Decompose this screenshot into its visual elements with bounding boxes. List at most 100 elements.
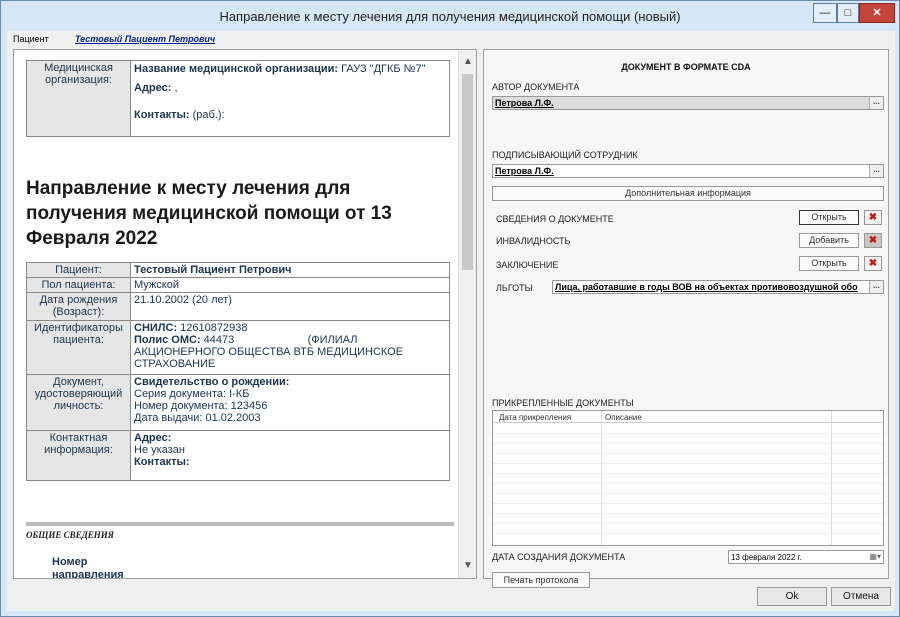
benefits-value: Лица, работавшие в годы ВОВ на объектах …: [555, 282, 858, 292]
attached-docs-header: Дата прикрепления Описание: [493, 411, 883, 423]
scroll-thumb[interactable]: [462, 74, 473, 270]
attached-docs-grid[interactable]: Дата прикрепления Описание: [492, 410, 884, 546]
org-name-value: ГАУЗ "ДГКБ №7": [338, 63, 426, 75]
snils-value: 12610872938: [177, 322, 248, 334]
author-picker-button[interactable]: ...: [869, 97, 883, 109]
id-document-type: Свидетельство о рождении:: [134, 376, 290, 388]
organization-details: Название медицинской организации: ГАУЗ "…: [130, 60, 450, 137]
scroll-up-icon[interactable]: ▲: [463, 56, 473, 67]
signer-value: Петрова Л.Ф.: [495, 166, 554, 176]
scroll-down-icon[interactable]: ▼: [463, 560, 473, 571]
id-document-series: Серия документа: I-КБ: [134, 388, 250, 400]
conclusion-label: ЗАКЛЮЧЕНИЕ: [496, 260, 559, 270]
print-protocol-button[interactable]: Печать протокола: [492, 572, 590, 588]
benefits-field: Лица, работавшие в годы ВОВ на объектах …: [552, 280, 884, 294]
cda-title: ДОКУМЕНТ В ФОРМАТЕ CDA: [621, 62, 751, 72]
signer-field: Петрова Л.Ф. ...: [492, 164, 884, 178]
organization-table: Медицинская организация: Название медици…: [26, 60, 450, 137]
patient-row-label: Пациент:: [26, 262, 131, 278]
org-address-label: Адрес:: [134, 82, 172, 94]
id-document-row-value: Свидетельство о рождении: Серия документ…: [130, 374, 450, 431]
oms-label: Полис ОМС:: [134, 334, 201, 346]
contact-row-label: Контактная информация:: [26, 430, 131, 481]
ids-row-label: Идентификаторы пациента:: [26, 320, 131, 375]
snils-label: СНИЛС:: [134, 322, 178, 334]
grid-line: [493, 433, 883, 434]
dob-row-label: Дата рождения (Возраст):: [26, 292, 131, 321]
grid-vline-1: [601, 411, 602, 545]
dialog-client-area: Пациент Тестовый Пациент Петрович Медици…: [7, 31, 895, 611]
org-address-value: ,: [171, 82, 178, 94]
window-title: Направление к месту лечения для получени…: [219, 9, 681, 24]
ids-row-value: СНИЛС: 12610872938 Полис ОМС: 44473 (ФИЛ…: [130, 320, 450, 375]
grid-line: [493, 483, 883, 484]
org-name-label: Название медицинской организации:: [134, 63, 339, 75]
document-preview-pane[interactable]: Медицинская организация: Название медици…: [13, 49, 477, 579]
referral-number-label: Номер направления: [52, 556, 124, 579]
contact-address-label: Адрес:: [134, 432, 172, 444]
doc-info-delete-icon[interactable]: ✖: [864, 210, 882, 225]
disability-label: ИНВАЛИДНОСТЬ: [496, 236, 571, 246]
dialog-window: Направление к месту лечения для получени…: [0, 0, 900, 617]
doc-info-open-button[interactable]: Открыть: [799, 210, 859, 225]
calendar-dropdown-icon[interactable]: ▦▾: [869, 552, 881, 561]
grid-vline-2: [831, 411, 832, 545]
conclusion-delete-icon[interactable]: ✖: [864, 256, 882, 271]
signer-label: ПОДПИСЫВАЮЩИЙ СОТРУДНИК: [492, 150, 638, 160]
title-bar[interactable]: Направление к месту лечения для получени…: [1, 1, 899, 31]
cda-pane: ДОКУМЕНТ В ФОРМАТЕ CDA АВТОР ДОКУМЕНТА П…: [483, 49, 889, 588]
benefits-picker-button[interactable]: ...: [869, 281, 883, 293]
attached-docs-label: ПРИКРЕПЛЕННЫЕ ДОКУМЕНТЫ: [492, 398, 634, 408]
document-scrollbar[interactable]: ▲ ▼: [458, 50, 476, 578]
signer-picker-button[interactable]: ...: [869, 165, 883, 177]
contact-row-value: Адрес: Не указан Контакты:: [130, 430, 450, 481]
creation-date-label: ДАТА СОЗДАНИЯ ДОКУМЕНТА: [492, 552, 626, 562]
patient-link[interactable]: Тестовый Пациент Петрович: [75, 34, 215, 44]
close-button[interactable]: ✕: [859, 3, 895, 23]
grid-line: [493, 463, 883, 464]
org-contacts-value: (раб.):: [189, 109, 225, 121]
author-label: АВТОР ДОКУМЕНТА: [492, 82, 580, 92]
patient-info-table: Пациент: Тестовый Пациент Петрович Пол п…: [26, 262, 450, 481]
col-attach-date[interactable]: Дата прикрепления: [499, 413, 571, 422]
general-info-section-title: ОБЩИЕ СВЕДЕНИЯ: [26, 522, 454, 540]
grid-line: [493, 453, 883, 454]
grid-line: [493, 503, 883, 504]
benefits-label: ЛЬГОТЫ: [496, 283, 533, 293]
maximize-button[interactable]: □: [837, 3, 859, 23]
creation-date-picker[interactable]: 13 февраля 2022 г. ▦▾: [728, 550, 884, 564]
id-document-row-label: Документ, удостоверяющий личность:: [26, 374, 131, 431]
patient-label: Пациент: [13, 34, 49, 44]
col-description[interactable]: Описание: [605, 413, 642, 422]
grid-line: [493, 443, 883, 444]
creation-date-value: 13 февраля 2022 г.: [731, 553, 802, 562]
grid-line: [493, 513, 883, 514]
cancel-button[interactable]: Отмена: [831, 587, 891, 606]
org-contacts-label: Контакты:: [134, 109, 190, 121]
doc-info-label: СВЕДЕНИЯ О ДОКУМЕНТЕ: [496, 214, 614, 224]
grid-line: [493, 523, 883, 524]
contact-address-value: Не указан: [134, 444, 185, 456]
extra-info-button[interactable]: Дополнительная информация: [492, 186, 884, 201]
grid-line: [493, 533, 883, 534]
sex-row-label: Пол пациента:: [26, 277, 131, 293]
author-field: Петрова Л.Ф. ...: [492, 96, 884, 110]
organization-label: Медицинская организация:: [26, 60, 131, 137]
grid-line: [493, 493, 883, 494]
document-heading: Направление к месту лечения для получени…: [26, 178, 392, 249]
patient-row-value: Тестовый Пациент Петрович: [130, 262, 450, 278]
grid-line: [493, 473, 883, 474]
disability-add-button[interactable]: Добавить: [799, 233, 859, 248]
document-preview: Медицинская организация: Название медици…: [14, 50, 458, 578]
sex-row-value: Мужской: [130, 277, 450, 293]
id-document-number: Номер документа: 123456: [134, 400, 268, 412]
contact-contacts-label: Контакты:: [134, 456, 190, 468]
conclusion-open-button[interactable]: Открыть: [799, 256, 859, 271]
minimize-button[interactable]: —: [813, 3, 837, 23]
id-document-date: Дата выдачи: 01.02.2003: [134, 412, 261, 424]
dob-row-value: 21.10.2002 (20 лет): [130, 292, 450, 321]
author-value: Петрова Л.Ф.: [495, 98, 554, 108]
disability-delete-icon[interactable]: ✖: [864, 233, 882, 248]
ok-button[interactable]: Ok: [757, 587, 827, 606]
patient-bar: Пациент Тестовый Пациент Петрович: [7, 31, 895, 47]
